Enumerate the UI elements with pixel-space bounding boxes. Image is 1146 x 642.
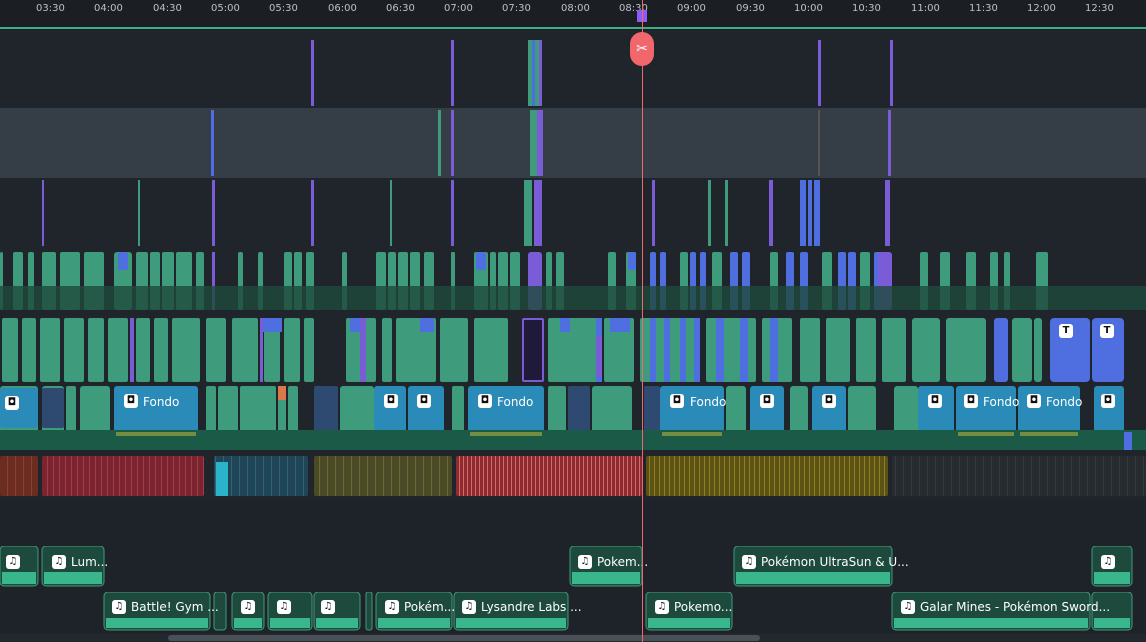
music-note-icon: ♫ bbox=[901, 600, 915, 614]
video-clip-icon: ◘ bbox=[1101, 394, 1115, 408]
ruler-tick: 08:00 bbox=[561, 3, 590, 14]
track-empty[interactable] bbox=[0, 500, 1146, 544]
clip-label-fondo: Fondo bbox=[1046, 395, 1083, 409]
timeline-ruler[interactable]: 03:30 04:00 04:30 05:00 05:30 06:00 06:3… bbox=[0, 0, 1146, 30]
music-note-icon: ♫ bbox=[6, 555, 20, 569]
video-clip-icon: ◘ bbox=[670, 394, 684, 408]
music-note-icon: ♫ bbox=[385, 600, 399, 614]
video-clip-icon: ◘ bbox=[5, 396, 19, 410]
music-note-icon: ♫ bbox=[277, 600, 291, 614]
track-5-clips bbox=[2, 318, 1124, 382]
music-note-icon: ♫ bbox=[742, 555, 756, 569]
playhead[interactable] bbox=[642, 0, 643, 642]
audio-clip-label[interactable]: Pokém... bbox=[404, 600, 455, 614]
audio-clip-label[interactable]: Battle! Gym ... bbox=[131, 600, 219, 614]
track-7-effect-strips bbox=[0, 456, 1146, 496]
music-note-icon: ♫ bbox=[52, 555, 66, 569]
title-clip-badge: T bbox=[1059, 324, 1073, 338]
video-clip-icon: ◘ bbox=[822, 394, 836, 408]
music-note-icon: ♫ bbox=[1101, 555, 1115, 569]
track-4-clips bbox=[0, 252, 1146, 310]
music-note-icon: ♫ bbox=[578, 555, 592, 569]
ruler-tick: 07:30 bbox=[502, 3, 531, 14]
thin-clip-markers bbox=[42, 40, 893, 246]
clip-label-fondo: Fondo bbox=[143, 395, 180, 409]
ruler-tick: 07:00 bbox=[444, 3, 473, 14]
ruler-tick: 04:30 bbox=[153, 3, 182, 14]
audio-clip-label[interactable]: Pokemo... bbox=[674, 600, 732, 614]
ruler-tick: 06:00 bbox=[328, 3, 357, 14]
ruler-tick: 05:00 bbox=[211, 3, 240, 14]
title-clip-badge: T bbox=[1100, 324, 1114, 338]
audio-clip-label[interactable]: Lysandre Labs ... bbox=[481, 600, 582, 614]
video-clip-icon: ◘ bbox=[478, 394, 492, 408]
music-note-icon: ♫ bbox=[462, 600, 476, 614]
ruler-tick: 05:30 bbox=[269, 3, 298, 14]
music-note-icon: ♫ bbox=[655, 600, 669, 614]
ruler-baseline bbox=[0, 27, 1146, 29]
ruler-tick: 09:30 bbox=[736, 3, 765, 14]
video-clip-icon: ◘ bbox=[928, 394, 942, 408]
ruler-tick: 09:00 bbox=[677, 3, 706, 14]
audio-clip-label[interactable]: Lum... bbox=[71, 555, 108, 569]
ruler-tick: 06:30 bbox=[386, 3, 415, 14]
audio-clip-label[interactable]: Galar Mines - Pokémon Sword... bbox=[920, 600, 1110, 614]
ruler-tick: 11:30 bbox=[969, 3, 998, 14]
scrollbar-thumb[interactable] bbox=[168, 635, 760, 641]
video-clip-icon: ◘ bbox=[760, 394, 774, 408]
audio-track-1-clips bbox=[0, 546, 1133, 587]
scissors-icon[interactable]: ✂ bbox=[630, 32, 654, 66]
music-note-icon: ♫ bbox=[321, 600, 335, 614]
video-clip-icon: ◘ bbox=[1027, 394, 1041, 408]
clip-label-fondo: Fondo bbox=[497, 395, 534, 409]
video-clip-icon: ◘ bbox=[417, 394, 431, 408]
ruler-tick: 10:30 bbox=[852, 3, 881, 14]
ruler-tick: 12:30 bbox=[1085, 3, 1114, 14]
clip-label-fondo: Fondo bbox=[690, 395, 727, 409]
video-clip-icon: ◘ bbox=[384, 394, 398, 408]
ruler-tick: 04:00 bbox=[94, 3, 123, 14]
music-note-icon: ♫ bbox=[241, 600, 255, 614]
clip-label-fondo: Fondo bbox=[983, 395, 1020, 409]
video-clip-icon: ◘ bbox=[964, 394, 978, 408]
audio-clip-label[interactable]: Pokem... bbox=[597, 555, 648, 569]
ruler-tick: 10:00 bbox=[794, 3, 823, 14]
audio-clip-label[interactable]: Pokémon UltraSun & U... bbox=[761, 555, 909, 569]
ruler-tick: 03:30 bbox=[36, 3, 65, 14]
ruler-tick: 11:00 bbox=[911, 3, 940, 14]
video-clip-icon: ◘ bbox=[124, 394, 138, 408]
music-note-icon: ♫ bbox=[112, 600, 126, 614]
ruler-tick: 12:00 bbox=[1027, 3, 1056, 14]
